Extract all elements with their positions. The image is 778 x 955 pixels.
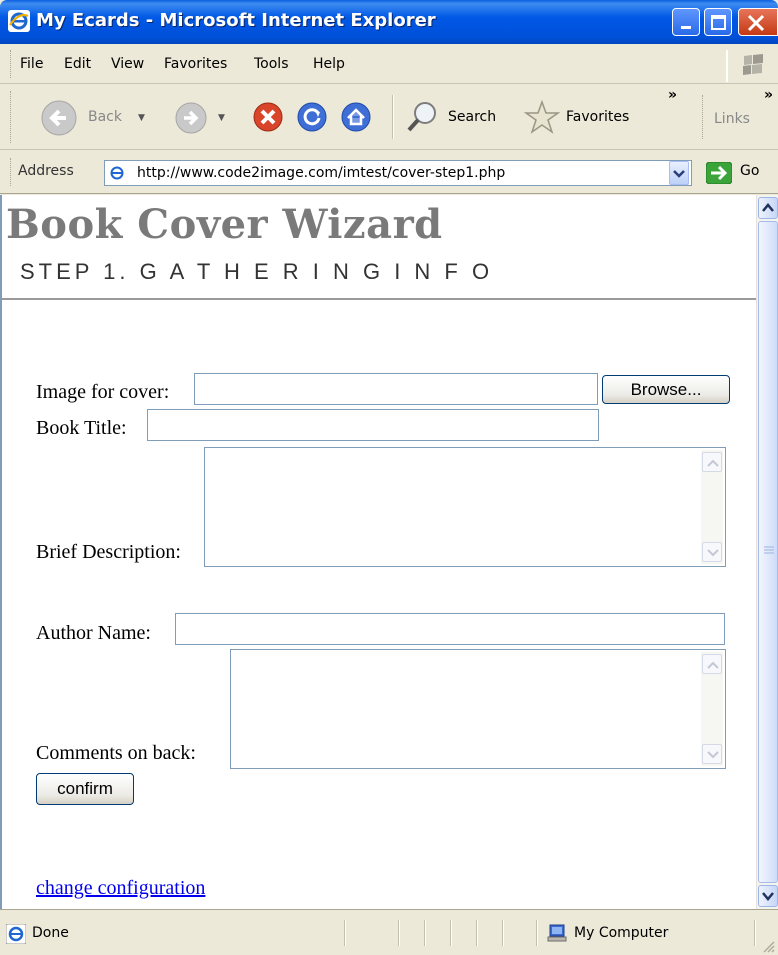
home-icon[interactable] <box>340 101 372 133</box>
chevron-down-icon <box>673 170 685 178</box>
description-label: Brief Description: <box>36 541 181 563</box>
description-textarea[interactable] <box>204 447 726 567</box>
status-separator <box>424 920 426 946</box>
chevron-down-icon <box>707 549 719 557</box>
book-title-input[interactable] <box>147 409 599 441</box>
zone-text: My Computer <box>574 925 669 941</box>
book-title-label: Book Title: <box>36 417 127 439</box>
my-computer-icon <box>547 924 567 942</box>
address-label: Address <box>18 163 74 179</box>
windows-logo-icon <box>726 50 772 82</box>
page-done-icon <box>6 924 26 944</box>
window-title: My Ecards - Microsoft Internet Explorer <box>36 10 436 31</box>
resize-grip-icon[interactable] <box>760 940 776 954</box>
go-label[interactable]: Go <box>740 163 759 179</box>
links-overflow-chevron[interactable]: » <box>764 87 773 103</box>
comments-label: Comments on back: <box>36 742 196 764</box>
links-grip[interactable] <box>702 95 705 139</box>
back-button[interactable]: Back ▼ <box>40 99 150 136</box>
back-label: Back <box>88 109 122 125</box>
toolbar-separator <box>392 95 394 139</box>
forward-dropdown-icon[interactable]: ▼ <box>218 113 225 123</box>
chevron-down-icon <box>707 751 719 759</box>
change-configuration-link[interactable]: change configuration <box>36 877 205 900</box>
internet-explorer-icon <box>8 10 30 32</box>
search-label: Search <box>448 109 497 125</box>
standard-toolbar: Back ▼ ▼ Search Favorites » Links » <box>0 85 778 150</box>
toolbar-overflow-chevron[interactable]: » <box>668 87 677 103</box>
grip-lines-icon <box>764 546 774 554</box>
scroll-up-button[interactable] <box>702 654 722 674</box>
favorites-label: Favorites <box>566 109 630 125</box>
page-subtitle: STEP 1. G A T H E R I N G I N F O <box>20 259 494 284</box>
maximize-button[interactable] <box>704 8 732 36</box>
favorites-button[interactable]: Favorites <box>524 99 644 135</box>
scroll-up-button[interactable] <box>758 197 778 219</box>
favorites-star-icon <box>524 99 560 134</box>
stop-icon[interactable] <box>252 101 284 133</box>
comments-textarea[interactable] <box>230 649 726 769</box>
address-grip[interactable] <box>10 158 13 186</box>
address-dropdown-button[interactable] <box>669 161 689 185</box>
confirm-button[interactable]: confirm <box>36 773 134 805</box>
links-label[interactable]: Links <box>714 111 750 127</box>
image-label: Image for cover: <box>36 381 170 403</box>
menu-file[interactable]: File <box>20 56 43 72</box>
minimize-button[interactable] <box>672 8 700 36</box>
minimize-icon <box>681 26 691 29</box>
address-input[interactable]: http://www.code2image.com/imtest/cover-s… <box>104 160 692 186</box>
comments-scrollbar[interactable] <box>701 652 723 766</box>
status-separator <box>754 920 756 946</box>
menu-view[interactable]: View <box>111 56 144 72</box>
back-dropdown-icon[interactable]: ▼ <box>138 113 145 123</box>
author-name-input[interactable] <box>175 613 725 645</box>
menu-favorites[interactable]: Favorites <box>164 56 227 72</box>
status-separator <box>344 920 346 946</box>
status-separator <box>450 920 452 946</box>
chevron-up-icon <box>707 661 719 669</box>
address-bar: Address http://www.code2image.com/imtest… <box>0 150 778 194</box>
description-scrollbar[interactable] <box>701 450 723 564</box>
title-bar[interactable]: My Ecards - Microsoft Internet Explorer <box>0 0 778 44</box>
menu-bar: File Edit View Favorites Tools Help <box>0 44 778 84</box>
maximize-icon <box>711 15 726 30</box>
toolbar-grip[interactable] <box>10 91 13 143</box>
status-separator <box>476 920 478 946</box>
menu-grip[interactable] <box>10 50 13 78</box>
menu-help[interactable]: Help <box>313 56 345 72</box>
back-arrow-icon <box>41 100 77 136</box>
chevron-up-icon <box>762 203 774 212</box>
menu-tools[interactable]: Tools <box>254 56 289 72</box>
chevron-up-icon <box>707 459 719 467</box>
scroll-thumb[interactable] <box>758 221 778 883</box>
go-arrow-icon[interactable] <box>706 162 732 184</box>
scroll-down-button[interactable] <box>758 885 778 907</box>
scroll-down-button[interactable] <box>702 744 722 764</box>
status-text: Done <box>32 925 69 941</box>
browse-button[interactable]: Browse... <box>602 375 730 404</box>
chevron-down-icon <box>762 892 774 901</box>
status-separator <box>398 920 400 946</box>
status-bar: Done My Computer <box>0 909 778 955</box>
refresh-icon[interactable] <box>296 101 328 133</box>
page-scrollbar[interactable] <box>756 195 778 909</box>
page-icon <box>110 166 124 180</box>
header-divider <box>2 298 756 300</box>
scroll-up-button[interactable] <box>702 452 722 472</box>
page-title: Book Cover Wizard <box>6 201 443 248</box>
scroll-down-button[interactable] <box>702 542 722 562</box>
forward-arrow-icon <box>175 102 207 134</box>
close-button[interactable] <box>738 8 778 36</box>
menu-edit[interactable]: Edit <box>64 56 91 72</box>
forward-button[interactable]: ▼ <box>174 99 234 135</box>
page-content: Book Cover Wizard STEP 1. G A T H E R I … <box>0 195 756 909</box>
author-name-label: Author Name: <box>36 622 151 644</box>
status-separator <box>536 920 538 946</box>
image-file-input[interactable] <box>194 373 598 405</box>
close-icon <box>747 14 765 32</box>
search-icon <box>407 102 436 132</box>
status-separator <box>502 920 504 946</box>
address-url: http://www.code2image.com/imtest/cover-s… <box>137 165 506 181</box>
search-button[interactable]: Search <box>406 99 506 135</box>
